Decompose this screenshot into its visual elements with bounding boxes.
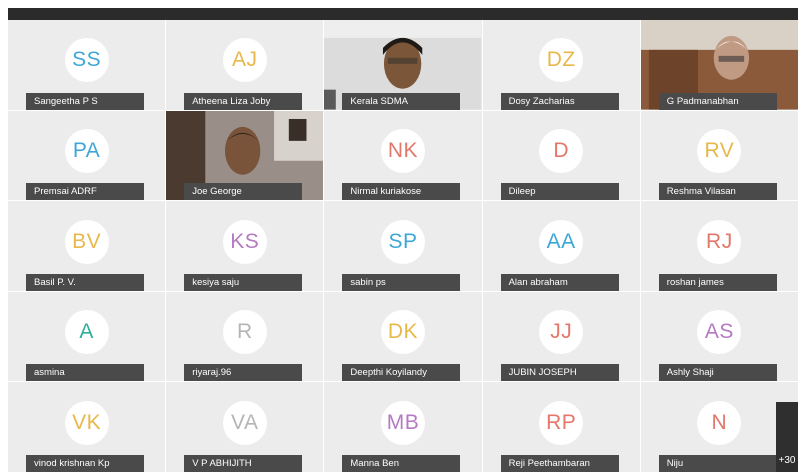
participant-tile[interactable]: VK vinod krishnan Kp: [8, 382, 166, 472]
participant-tile[interactable]: AS Ashly Shaji: [640, 291, 798, 382]
participant-name-label: Reshma Vilasan: [658, 183, 777, 201]
window-top-bar: [8, 8, 798, 20]
participant-avatar-initials: VK: [64, 400, 109, 445]
participant-avatar-initials: D: [539, 128, 584, 173]
participant-tile[interactable]: N Niju: [640, 382, 798, 472]
participant-avatar-initials: SS: [64, 38, 109, 83]
participant-avatar-initials: VA: [222, 400, 267, 445]
participant-name-label: JUBIN JOSEPH: [500, 364, 619, 382]
participant-name-label: Reji Peethambaran: [500, 454, 619, 472]
participant-avatar-initials: MB: [380, 400, 425, 445]
participant-name-label: vinod krishnan Kp: [26, 454, 144, 472]
participant-avatar-initials: NK: [380, 128, 425, 173]
participant-avatar-initials: DZ: [539, 38, 584, 83]
participant-name-label: Premsai ADRF: [26, 183, 144, 201]
participant-name-label: Atheena Liza Joby: [184, 92, 303, 110]
participant-avatar-initials: R: [222, 310, 267, 355]
participant-tile[interactable]: DZ Dosy Zacharias: [482, 20, 640, 110]
participant-avatar-initials: AJ: [222, 38, 267, 83]
participant-tile[interactable]: RJ roshan james: [640, 201, 798, 291]
participant-name-label: V P ABHIJITH: [184, 454, 303, 472]
participant-avatar-initials: AA: [539, 219, 584, 264]
participant-tile[interactable]: AA Alan abraham: [482, 201, 640, 291]
participant-name-label: riyaraj.96: [184, 364, 303, 382]
participant-tile[interactable]: Rriyaraj.96: [166, 291, 324, 382]
participant-name-label: kesiya saju: [184, 273, 303, 291]
participant-tile[interactable]: JJ JUBIN JOSEPH: [482, 291, 640, 382]
participant-tile[interactable]: Aasmina: [8, 291, 166, 382]
participant-tile[interactable]: Joe George: [166, 110, 324, 201]
more-participants-button[interactable]: +30: [776, 402, 798, 472]
participant-avatar-initials: AS: [697, 310, 742, 355]
participant-avatar-initials: RJ: [697, 219, 742, 264]
participant-avatar-initials: BV: [64, 219, 109, 264]
participant-avatar-initials: KS: [222, 219, 267, 264]
participant-tile[interactable]: AJ Atheena Liza Joby: [166, 20, 324, 110]
participant-avatar-initials: DK: [380, 310, 425, 355]
participant-name-label: Kerala SDMA: [342, 92, 461, 110]
participant-avatar-initials: PA: [64, 128, 109, 173]
participant-tile[interactable]: SP sabin ps: [324, 201, 482, 291]
participant-name-label: Deepthi Koyilandy: [342, 364, 461, 382]
participant-tile[interactable]: BV Basil P. V.: [8, 201, 166, 291]
participant-avatar-initials: JJ: [539, 310, 584, 355]
participant-name-label: Niju: [658, 454, 777, 472]
participant-name-label: Dileep: [500, 183, 619, 201]
participant-tile[interactable]: VA V P ABHIJITH: [166, 382, 324, 472]
participant-tile[interactable]: MB Manna Ben: [324, 382, 482, 472]
participant-name-label: Alan abraham: [500, 273, 619, 291]
participant-avatar-initials: SP: [380, 219, 425, 264]
participant-tile[interactable]: KS kesiya saju: [166, 201, 324, 291]
participant-name-label: Manna Ben: [342, 454, 461, 472]
participant-name-label: roshan james: [658, 273, 777, 291]
participant-gallery: SS Sangeetha P S AJ Atheena Liza Joby Keral…: [8, 20, 798, 472]
participant-tile[interactable]: RP Reji Peethambaran: [482, 382, 640, 472]
participant-name-label: Dosy Zacharias: [500, 92, 619, 110]
participant-tile[interactable]: D Dileep: [482, 110, 640, 201]
participant-tile[interactable]: G Padmanabhan: [640, 20, 798, 110]
participant-avatar-initials: RP: [539, 400, 584, 445]
participant-tile[interactable]: SS Sangeetha P S: [8, 20, 166, 110]
participant-name-label: sabin ps: [342, 273, 461, 291]
participant-name-label: Basil P. V.: [26, 273, 144, 291]
participant-tile[interactable]: Kerala SDMA: [324, 20, 482, 110]
participant-name-label: asmina: [26, 364, 144, 382]
participant-avatar-initials: RV: [697, 128, 742, 173]
participant-tile[interactable]: DK Deepthi Koyilandy: [324, 291, 482, 382]
participant-avatar-initials: N: [697, 400, 742, 445]
participant-tile[interactable]: NK Nirmal kuriakose: [324, 110, 482, 201]
participant-tile[interactable]: RV Reshma Vilasan: [640, 110, 798, 201]
participant-name-label: Ashly Shaji: [658, 364, 777, 382]
participant-name-label: Sangeetha P S: [26, 92, 144, 110]
participant-name-label: Joe George: [184, 183, 303, 201]
participant-avatar-initials: A: [64, 310, 109, 355]
participant-name-label: G Padmanabhan: [658, 92, 777, 110]
participant-name-label: Nirmal kuriakose: [342, 183, 461, 201]
participant-tile[interactable]: PA Premsai ADRF: [8, 110, 166, 201]
